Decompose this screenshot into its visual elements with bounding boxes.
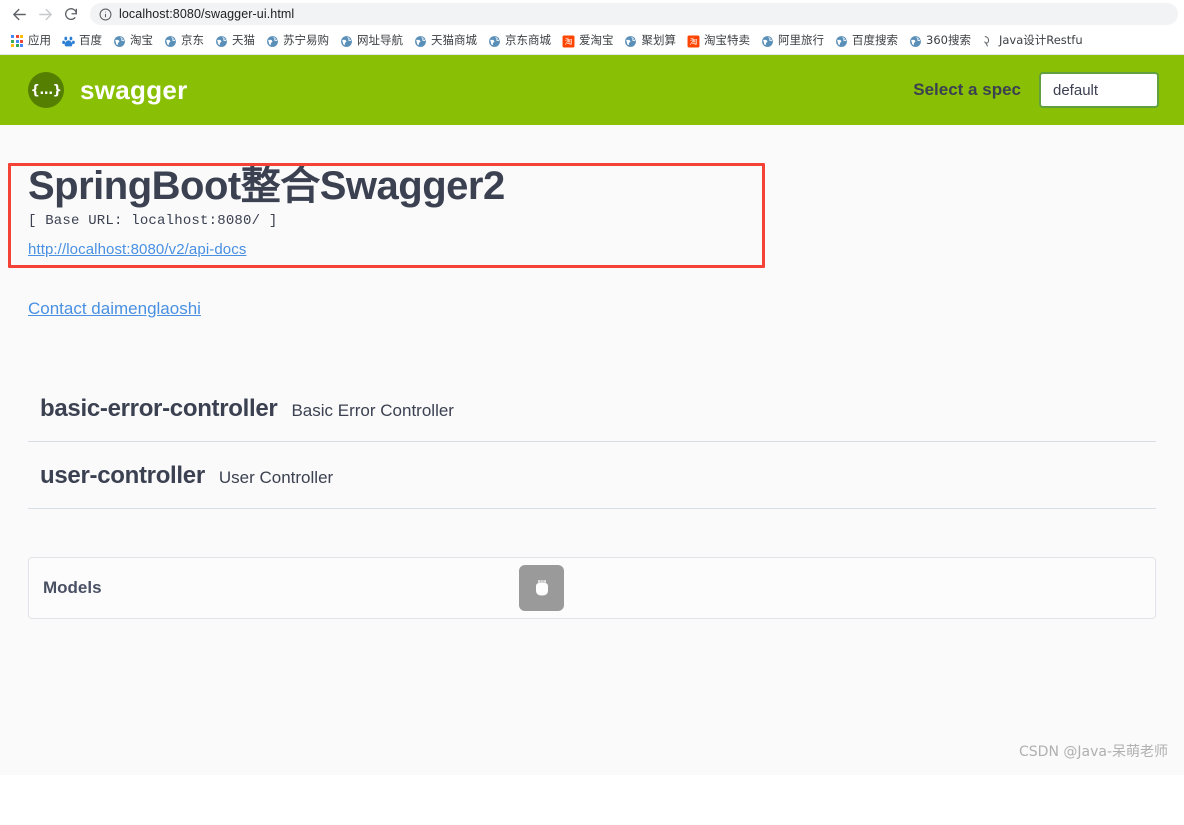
api-contact-link[interactable]: Contact daimenglaoshi — [28, 299, 1184, 319]
bookmark-label: 百度 — [79, 33, 102, 48]
bookmark-item[interactable]: 淘宝 — [107, 30, 158, 52]
bookmarks-bar: 应用 百度 淘宝 京东 天猫 苏宁易购 网址导航 天猫商城 京东商城淘爱淘宝 聚划算淘淘宝特卖 阿里… — [0, 28, 1184, 55]
tag-name[interactable]: user-controller — [40, 462, 205, 490]
bookmark-label: 淘宝特卖 — [704, 33, 750, 48]
api-base-url: [ Base URL: localhost:8080/ ] — [28, 213, 278, 229]
bookmark-label: 京东商城 — [505, 33, 551, 48]
globe-icon — [760, 34, 774, 48]
bookmark-label: 京东 — [181, 33, 204, 48]
back-button[interactable] — [6, 1, 32, 27]
bookmark-page-icon — [981, 34, 995, 48]
tag-section-basic-error-controller[interactable]: basic-error-controller Basic Error Contr… — [28, 379, 1156, 442]
info-circle-icon[interactable] — [99, 8, 112, 21]
bookmark-label: 淘宝 — [130, 33, 153, 48]
bookmark-item[interactable]: 京东商城 — [482, 30, 556, 52]
globe-icon — [163, 34, 177, 48]
api-docs-link[interactable]: http://localhost:8080/v2/api-docs — [28, 241, 246, 258]
bookmark-label: 阿里旅行 — [778, 33, 824, 48]
reload-button[interactable] — [58, 1, 84, 27]
globe-icon — [214, 34, 228, 48]
browser-chrome: localhost:8080/swagger-ui.html 应用 百度 淘宝 京东 天… — [0, 0, 1184, 55]
baidu-paw-icon — [61, 34, 75, 48]
svg-text:淘: 淘 — [689, 36, 697, 46]
swagger-topbar: {...} swagger Select a spec default — [0, 55, 1184, 125]
swagger-logo-text: {...} — [30, 82, 62, 98]
globe-icon — [265, 34, 279, 48]
bookmark-item[interactable]: 360搜索 — [903, 30, 976, 52]
forward-arrow-icon — [38, 8, 52, 20]
bookmark-item[interactable]: 百度 — [56, 30, 107, 52]
swagger-brand-link[interactable]: {...} swagger — [28, 72, 188, 108]
api-info-block: SpringBoot整合Swagger2 [ Base URL: localho… — [0, 125, 1184, 319]
bookmark-item[interactable]: 天猫 — [209, 30, 260, 52]
address-bar[interactable]: localhost:8080/swagger-ui.html — [90, 3, 1178, 25]
globe-icon — [908, 34, 922, 48]
bookmark-item[interactable]: 应用 — [5, 30, 56, 52]
bookmark-item[interactable]: 阿里旅行 — [755, 30, 829, 52]
models-expand-icon[interactable] — [519, 565, 564, 611]
swagger-braces-icon: {...} — [28, 72, 64, 108]
page-title: SpringBoot整合Swagger2 — [28, 164, 505, 208]
bookmark-label: 天猫商城 — [431, 33, 477, 48]
csdn-watermark: CSDN @Java-呆萌老师 — [1019, 744, 1168, 760]
address-bar-url: localhost:8080/swagger-ui.html — [119, 7, 295, 21]
globe-icon — [487, 34, 501, 48]
bookmark-label: 苏宁易购 — [283, 33, 329, 48]
bookmark-item[interactable]: 百度搜索 — [829, 30, 903, 52]
models-title: Models — [43, 578, 102, 597]
apps-grid-icon — [10, 34, 24, 48]
bookmark-label: 天猫 — [232, 33, 255, 48]
bookmark-label: 聚划算 — [641, 33, 677, 48]
bookmark-item[interactable]: 淘爱淘宝 — [556, 30, 619, 52]
bookmark-item[interactable]: 苏宁易购 — [260, 30, 334, 52]
models-section[interactable]: Models — [28, 557, 1156, 619]
bookmark-item[interactable]: Java设计Restfu — [976, 30, 1088, 52]
bookmark-label: 360搜索 — [926, 33, 971, 48]
tag-description: User Controller — [218, 468, 334, 487]
reload-icon — [65, 8, 77, 21]
bookmark-item[interactable]: 淘淘宝特卖 — [681, 30, 755, 52]
swagger-wordmark: swagger — [80, 75, 188, 105]
spec-selector: Select a spec default — [913, 72, 1159, 108]
globe-icon — [339, 34, 353, 48]
svg-text:淘: 淘 — [564, 36, 572, 46]
tag-description: Basic Error Controller — [291, 401, 454, 420]
bookmark-item[interactable]: 网址导航 — [334, 30, 408, 52]
spec-select-dropdown[interactable]: default — [1039, 72, 1159, 108]
bookmark-label: 百度搜索 — [852, 33, 898, 48]
globe-icon — [834, 34, 848, 48]
swagger-content: SpringBoot整合Swagger2 [ Base URL: localho… — [0, 125, 1184, 775]
globe-icon — [413, 34, 427, 48]
bookmark-label: 网址导航 — [357, 33, 403, 48]
spec-select-value: default — [1053, 81, 1099, 99]
globe-icon — [112, 34, 126, 48]
bookmark-label: 应用 — [28, 33, 51, 48]
bookmark-item[interactable]: 天猫商城 — [408, 30, 482, 52]
globe-icon — [624, 34, 638, 48]
bookmark-item[interactable]: 聚划算 — [619, 30, 682, 52]
taobao-icon: 淘 — [561, 34, 575, 48]
spec-selector-label: Select a spec — [913, 80, 1021, 99]
bookmark-item[interactable]: 京东 — [158, 30, 209, 52]
tag-sections: basic-error-controller Basic Error Contr… — [0, 379, 1184, 509]
browser-navigation-bar: localhost:8080/swagger-ui.html — [0, 0, 1184, 28]
tag-name[interactable]: basic-error-controller — [40, 395, 278, 423]
bookmark-label: Java设计Restfu — [998, 33, 1083, 48]
forward-button[interactable] — [32, 1, 58, 27]
bookmark-label: 爱淘宝 — [579, 33, 614, 48]
back-arrow-icon — [12, 8, 26, 20]
tag-section-user-controller[interactable]: user-controller User Controller — [28, 442, 1156, 509]
taobao-icon: 淘 — [686, 34, 700, 48]
